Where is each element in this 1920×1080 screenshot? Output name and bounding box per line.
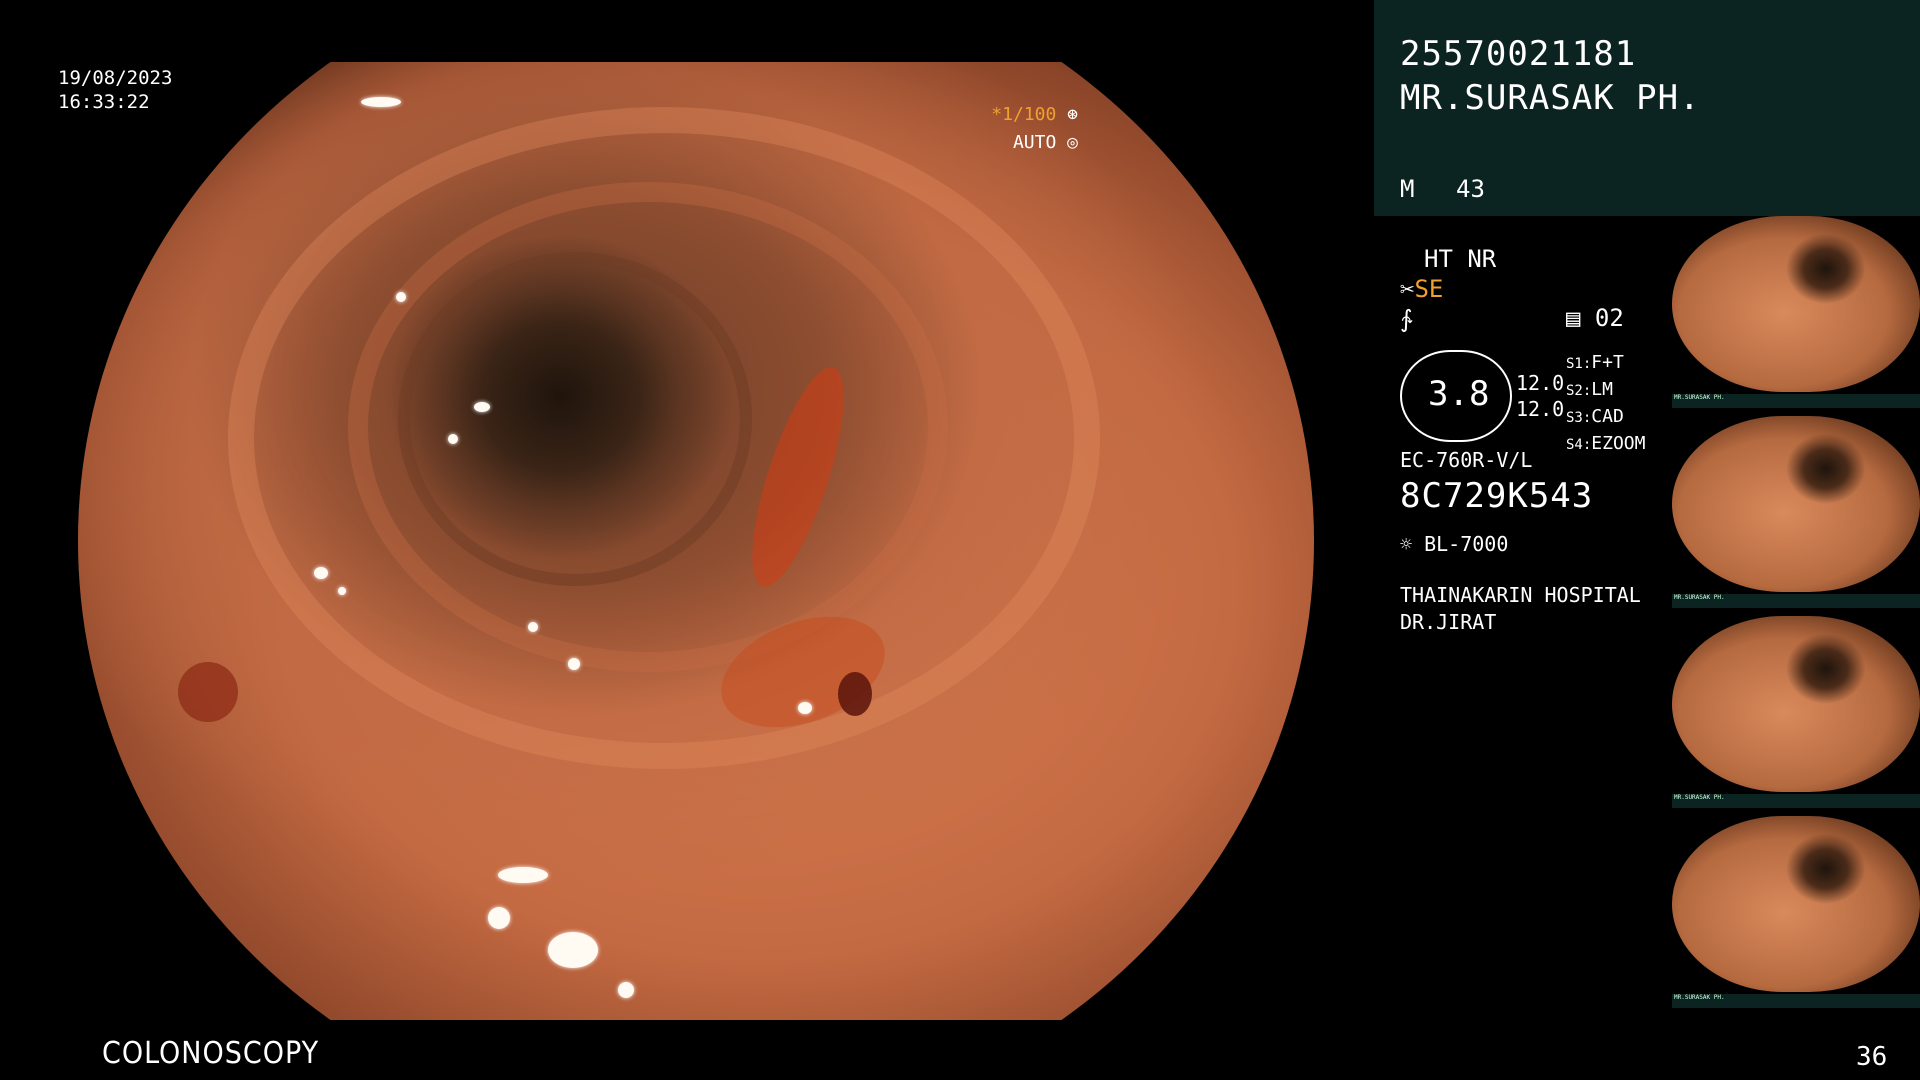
gauge-side-1: 12.0 xyxy=(1516,371,1565,395)
gauge-value: 3.8 xyxy=(1428,374,1490,414)
thumbnail-caption: MR.SURASAK PH. xyxy=(1672,794,1920,808)
specular-highlight xyxy=(528,622,538,632)
thumbnail-image xyxy=(1672,616,1920,792)
specular-highlight xyxy=(498,867,548,883)
light-source: ☼ BL-7000 xyxy=(1400,532,1508,556)
iris-icon: ◎ xyxy=(1067,132,1078,153)
se-setting: ✂SE xyxy=(1400,275,1444,303)
diverticulum xyxy=(178,662,238,722)
gauge-side-2: 12.0 xyxy=(1516,397,1565,421)
switch-row: S1:F+T xyxy=(1566,352,1624,373)
switch-row: S2:LM xyxy=(1566,379,1613,400)
exposure-indicator: *1/100 ⊛ AUTO ◎ xyxy=(991,101,1078,157)
specular-highlight xyxy=(474,402,490,412)
captured-thumbnail[interactable]: MR.SURASAK PH. xyxy=(1672,216,1920,412)
thumbnail-image xyxy=(1672,416,1920,592)
ht-nr-setting: HT NR xyxy=(1424,245,1497,273)
processor-settings: HT NR ✂SE ∱ xyxy=(1400,244,1496,334)
thumbnail-caption: MR.SURASAK PH. xyxy=(1672,594,1920,608)
thumbnail-image xyxy=(1672,216,1920,392)
specular-highlight xyxy=(568,658,580,670)
scope-switch-list: S1:F+T S2:LM S3:CAD S4:EZOOM xyxy=(1566,350,1645,458)
specular-highlight xyxy=(396,292,406,302)
shutter-star-icon: * xyxy=(991,104,1003,125)
thumbnail-caption: MR.SURASAK PH. xyxy=(1672,394,1920,408)
switch-row: S3:CAD xyxy=(1566,406,1624,427)
aperture-icon: ⊛ xyxy=(1067,104,1078,125)
hospital-name: THAINAKARIN HOSPITAL xyxy=(1400,583,1641,607)
specular-highlight xyxy=(361,97,401,107)
specular-highlight xyxy=(338,587,346,595)
patient-id: 25570021181 xyxy=(1400,34,1637,74)
exposure-mode: AUTO xyxy=(1012,132,1057,153)
scope-model: EC-760R-V/L xyxy=(1400,448,1533,472)
specular-highlight xyxy=(448,434,458,444)
captured-thumbnail[interactable]: MR.SURASAK PH. xyxy=(1672,416,1920,612)
captured-thumbnail[interactable]: MR.SURASAK PH. xyxy=(1672,816,1920,1012)
image-count: 36 xyxy=(1856,1042,1888,1072)
scope-serial: 8C729K543 xyxy=(1400,476,1594,516)
specular-highlight xyxy=(798,702,812,714)
endoscopic-image xyxy=(78,62,1314,1020)
lamp-icon: ☼ xyxy=(1400,532,1413,556)
specular-highlight xyxy=(314,567,328,579)
signal-icon: ∱ xyxy=(1400,305,1413,333)
patient-sex: M xyxy=(1400,175,1415,203)
light-source-model: BL-7000 xyxy=(1424,532,1509,556)
captured-thumbnail[interactable]: MR.SURASAK PH. xyxy=(1672,616,1920,812)
gauge-side-values: 12.0 12.0 xyxy=(1516,370,1564,422)
patient-age: 43 xyxy=(1456,175,1485,203)
institution-info: THAINAKARIN HOSPITAL DR.JIRAT xyxy=(1400,582,1641,636)
thumbnail-image xyxy=(1672,816,1920,992)
memory-icon: ▤ xyxy=(1566,304,1581,332)
diverticulum xyxy=(838,672,872,716)
date-time: 19/08/2023 16:33:22 xyxy=(58,66,172,114)
patient-name: MR.SURASAK PH. xyxy=(1400,78,1701,118)
thumbnail-caption: MR.SURASAK PH. xyxy=(1672,994,1920,1008)
memory-mode-number: 02 xyxy=(1594,304,1624,332)
specular-highlight xyxy=(548,932,598,968)
specular-highlight xyxy=(488,907,510,929)
doctor-name: DR.JIRAT xyxy=(1400,610,1497,634)
exam-time: 16:33:22 xyxy=(58,91,150,113)
switch-row: S4:EZOOM xyxy=(1566,433,1646,454)
shutter-speed: 1/100 xyxy=(1002,104,1057,125)
exam-type: COLONOSCOPY xyxy=(102,1036,320,1071)
exam-date: 19/08/2023 xyxy=(58,67,173,89)
lumen-rim xyxy=(398,252,752,586)
memory-mode: ▤ 02 xyxy=(1566,304,1624,332)
specular-highlight xyxy=(618,982,634,998)
scissors-icon: ✂ xyxy=(1400,275,1415,303)
